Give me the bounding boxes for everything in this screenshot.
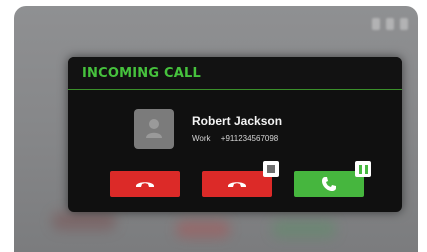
person-icon: [146, 119, 162, 138]
call-actions: [110, 161, 371, 197]
phone-hangup-icon: [136, 182, 154, 187]
answer-and-hold-button[interactable]: [294, 161, 371, 197]
reject-and-stop-button[interactable]: [202, 161, 279, 197]
stop-badge: [263, 161, 279, 177]
phone-screen-background: INCOMING CALL Robert Jackson Work +91123…: [14, 6, 418, 252]
caller-number: +911234567098: [220, 134, 279, 143]
status-icon: [386, 18, 394, 30]
avatar: [134, 109, 174, 149]
incoming-call-dialog: INCOMING CALL Robert Jackson Work +91123…: [68, 57, 402, 212]
stop-icon: [267, 165, 275, 173]
caller-number-type: Work: [192, 134, 211, 143]
status-bar-icons: [372, 18, 408, 30]
status-icon: [400, 18, 408, 30]
background-blur-answer: [272, 220, 336, 238]
phone-hangup-icon: [228, 182, 246, 187]
dialog-header: INCOMING CALL: [68, 57, 402, 90]
caller-info: Robert Jackson Work +911234567098: [134, 109, 282, 149]
caller-name: Robert Jackson: [192, 114, 283, 128]
pause-icon: [358, 164, 368, 174]
decline-button[interactable]: [110, 171, 180, 197]
status-icon: [372, 18, 380, 30]
phone-icon: [322, 177, 336, 191]
background-blur-reject: [176, 220, 230, 238]
pause-badge: [355, 161, 371, 177]
dialog-title: INCOMING CALL: [82, 65, 201, 81]
background-blur-decline: [52, 212, 116, 230]
caller-meta: Work +911234567098: [192, 134, 282, 144]
